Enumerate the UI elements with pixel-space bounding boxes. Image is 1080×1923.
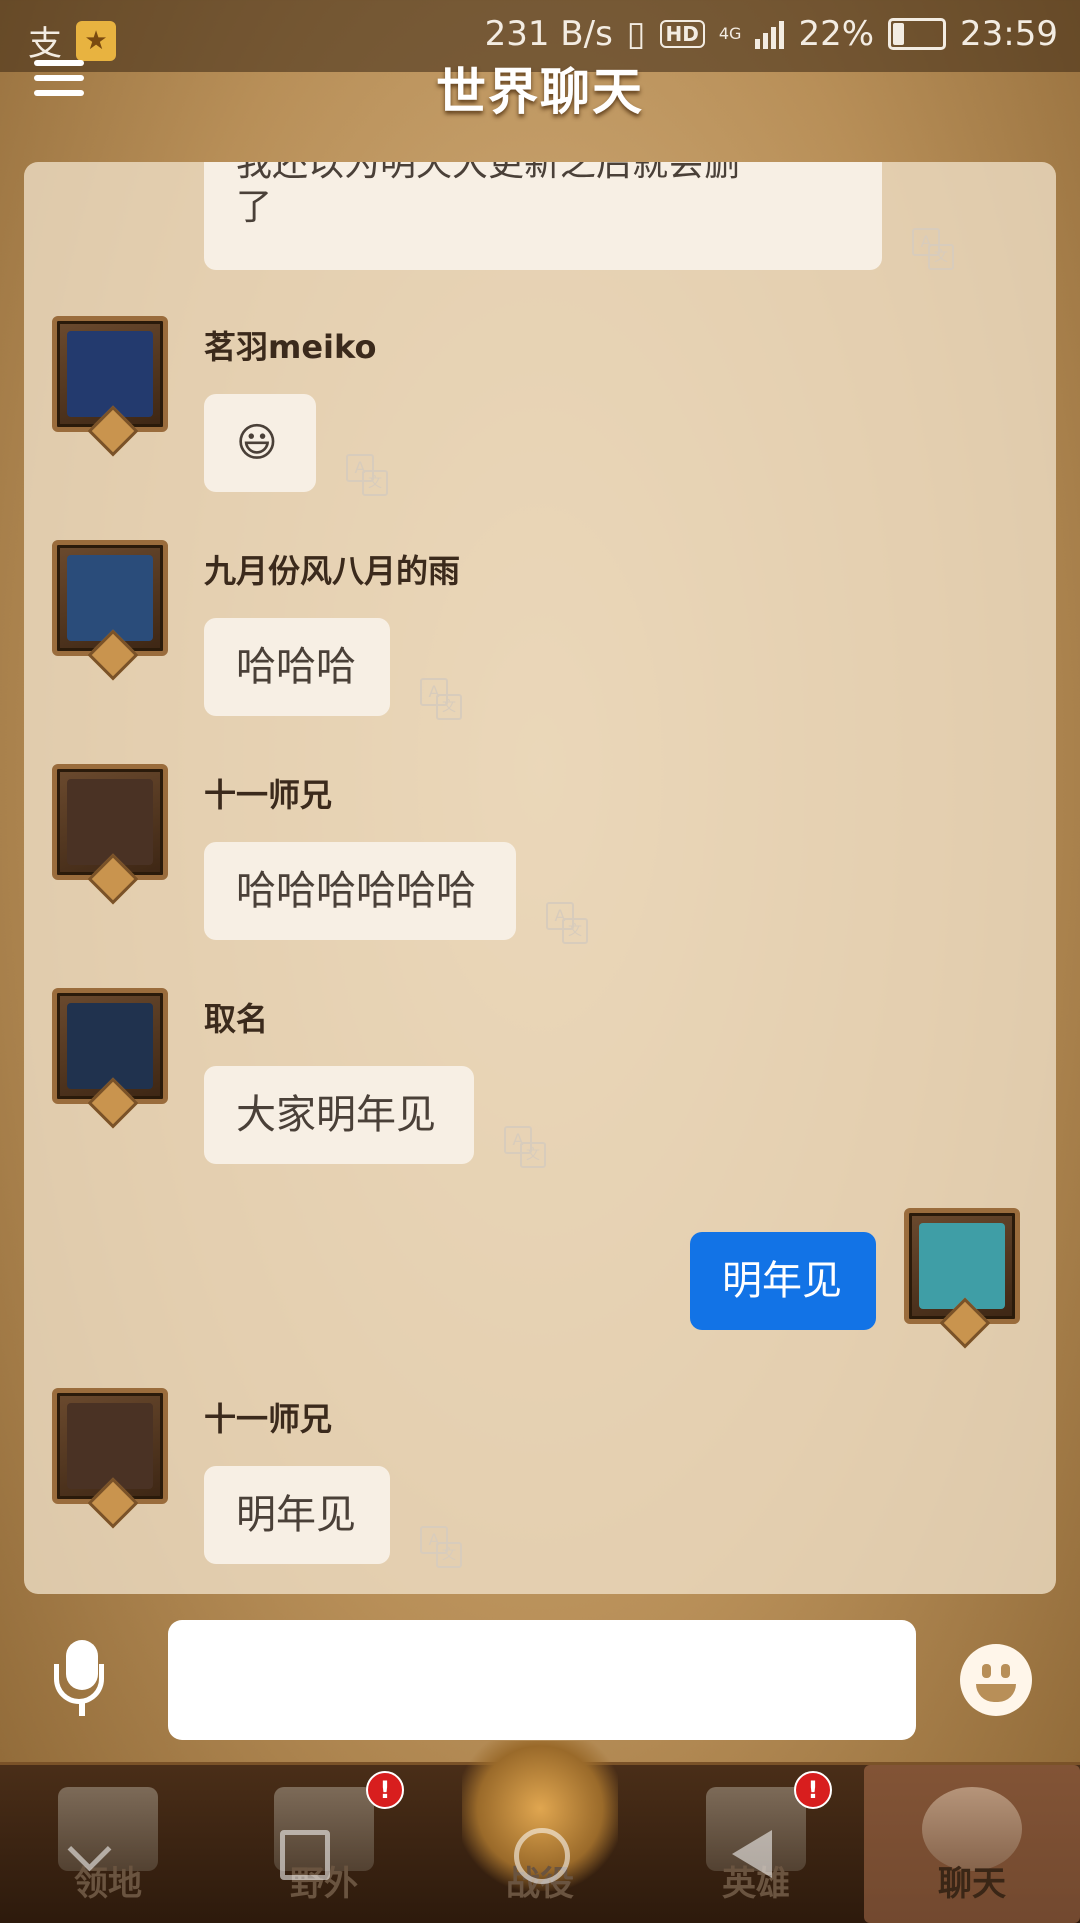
notification-badge: ! [794, 1771, 832, 1809]
message-bubble-self: 明年见 [690, 1232, 876, 1330]
username: 九月份风八月的雨 [204, 552, 461, 590]
chat-message: 十一师兄 哈哈哈哈哈哈 A文 [24, 764, 1056, 964]
status-right-icons: 231 B/s ▯ HD 4G 22% 23:59 [485, 14, 1058, 54]
avatar[interactable] [52, 764, 168, 905]
network-type: 4G [718, 24, 742, 43]
chat-message: 十一师兄 明年见 A文 [24, 1388, 1056, 1588]
hide-nav-icon[interactable] [67, 1827, 112, 1872]
battery-icon [888, 18, 947, 50]
home-icon[interactable] [514, 1828, 570, 1884]
network-speed: 231 B/s [484, 14, 613, 54]
message-text-line2: 了 [236, 187, 273, 228]
translate-icon[interactable]: A文 [420, 1526, 462, 1568]
translate-icon[interactable]: A文 [346, 454, 388, 496]
microphone-icon[interactable] [50, 1640, 114, 1720]
username: 茗羽meiko [204, 328, 377, 366]
avatar[interactable] [52, 988, 168, 1129]
avatar[interactable] [52, 316, 168, 457]
avatar-self[interactable] [904, 1208, 1020, 1349]
notification-badge: ! [366, 1771, 404, 1809]
username: 十一师兄 [204, 1400, 333, 1438]
recent-apps-icon[interactable] [280, 1830, 330, 1880]
username: 取名 [204, 1000, 269, 1038]
signal-icon [755, 19, 785, 49]
chat-message: 我还以为明天大更新之后就会删 了 A文 [24, 162, 1056, 272]
message-text-line1: 我还以为明天大更新之后就会删 [236, 162, 741, 184]
chat-message: 取名 大家明年见 A文 [24, 988, 1056, 1188]
chat-panel[interactable]: 我还以为明天大更新之后就会删 了 A文 茗羽meiko 😃 A文 九月份风八月的… [24, 162, 1056, 1594]
chat-message: 茗羽meiko 😃 A文 [24, 316, 1056, 516]
chat-message: 九月份风八月的雨 哈哈哈 A文 [24, 540, 1056, 740]
emoji-icon[interactable] [960, 1644, 1032, 1716]
translate-icon[interactable]: A文 [912, 228, 954, 270]
translate-icon[interactable]: A文 [504, 1126, 546, 1168]
avatar[interactable] [52, 1388, 168, 1529]
chat-input[interactable] [168, 1620, 916, 1740]
page-title: 世界聊天 [436, 63, 644, 121]
translate-icon[interactable]: A文 [420, 678, 462, 720]
message-bubble: 哈哈哈 [204, 618, 390, 716]
message-bubble: 我还以为明天大更新之后就会删 了 [204, 162, 882, 270]
message-bubble: 明年见 [204, 1466, 390, 1564]
username: 十一师兄 [204, 776, 333, 814]
back-icon[interactable] [732, 1830, 772, 1878]
system-nav-bar [0, 1812, 1080, 1912]
message-bubble: 😃 [204, 394, 316, 492]
hd-icon: HD [659, 20, 705, 48]
vibrate-icon: ▯ [626, 14, 646, 54]
battery-percent: 22% [798, 14, 875, 54]
clock: 23:59 [960, 14, 1058, 54]
translate-icon[interactable]: A文 [546, 902, 588, 944]
message-bubble: 哈哈哈哈哈哈 [204, 842, 516, 940]
chat-message-self: 明年见 [24, 1208, 1056, 1349]
message-bubble: 大家明年见 [204, 1066, 474, 1164]
avatar[interactable] [52, 540, 168, 681]
